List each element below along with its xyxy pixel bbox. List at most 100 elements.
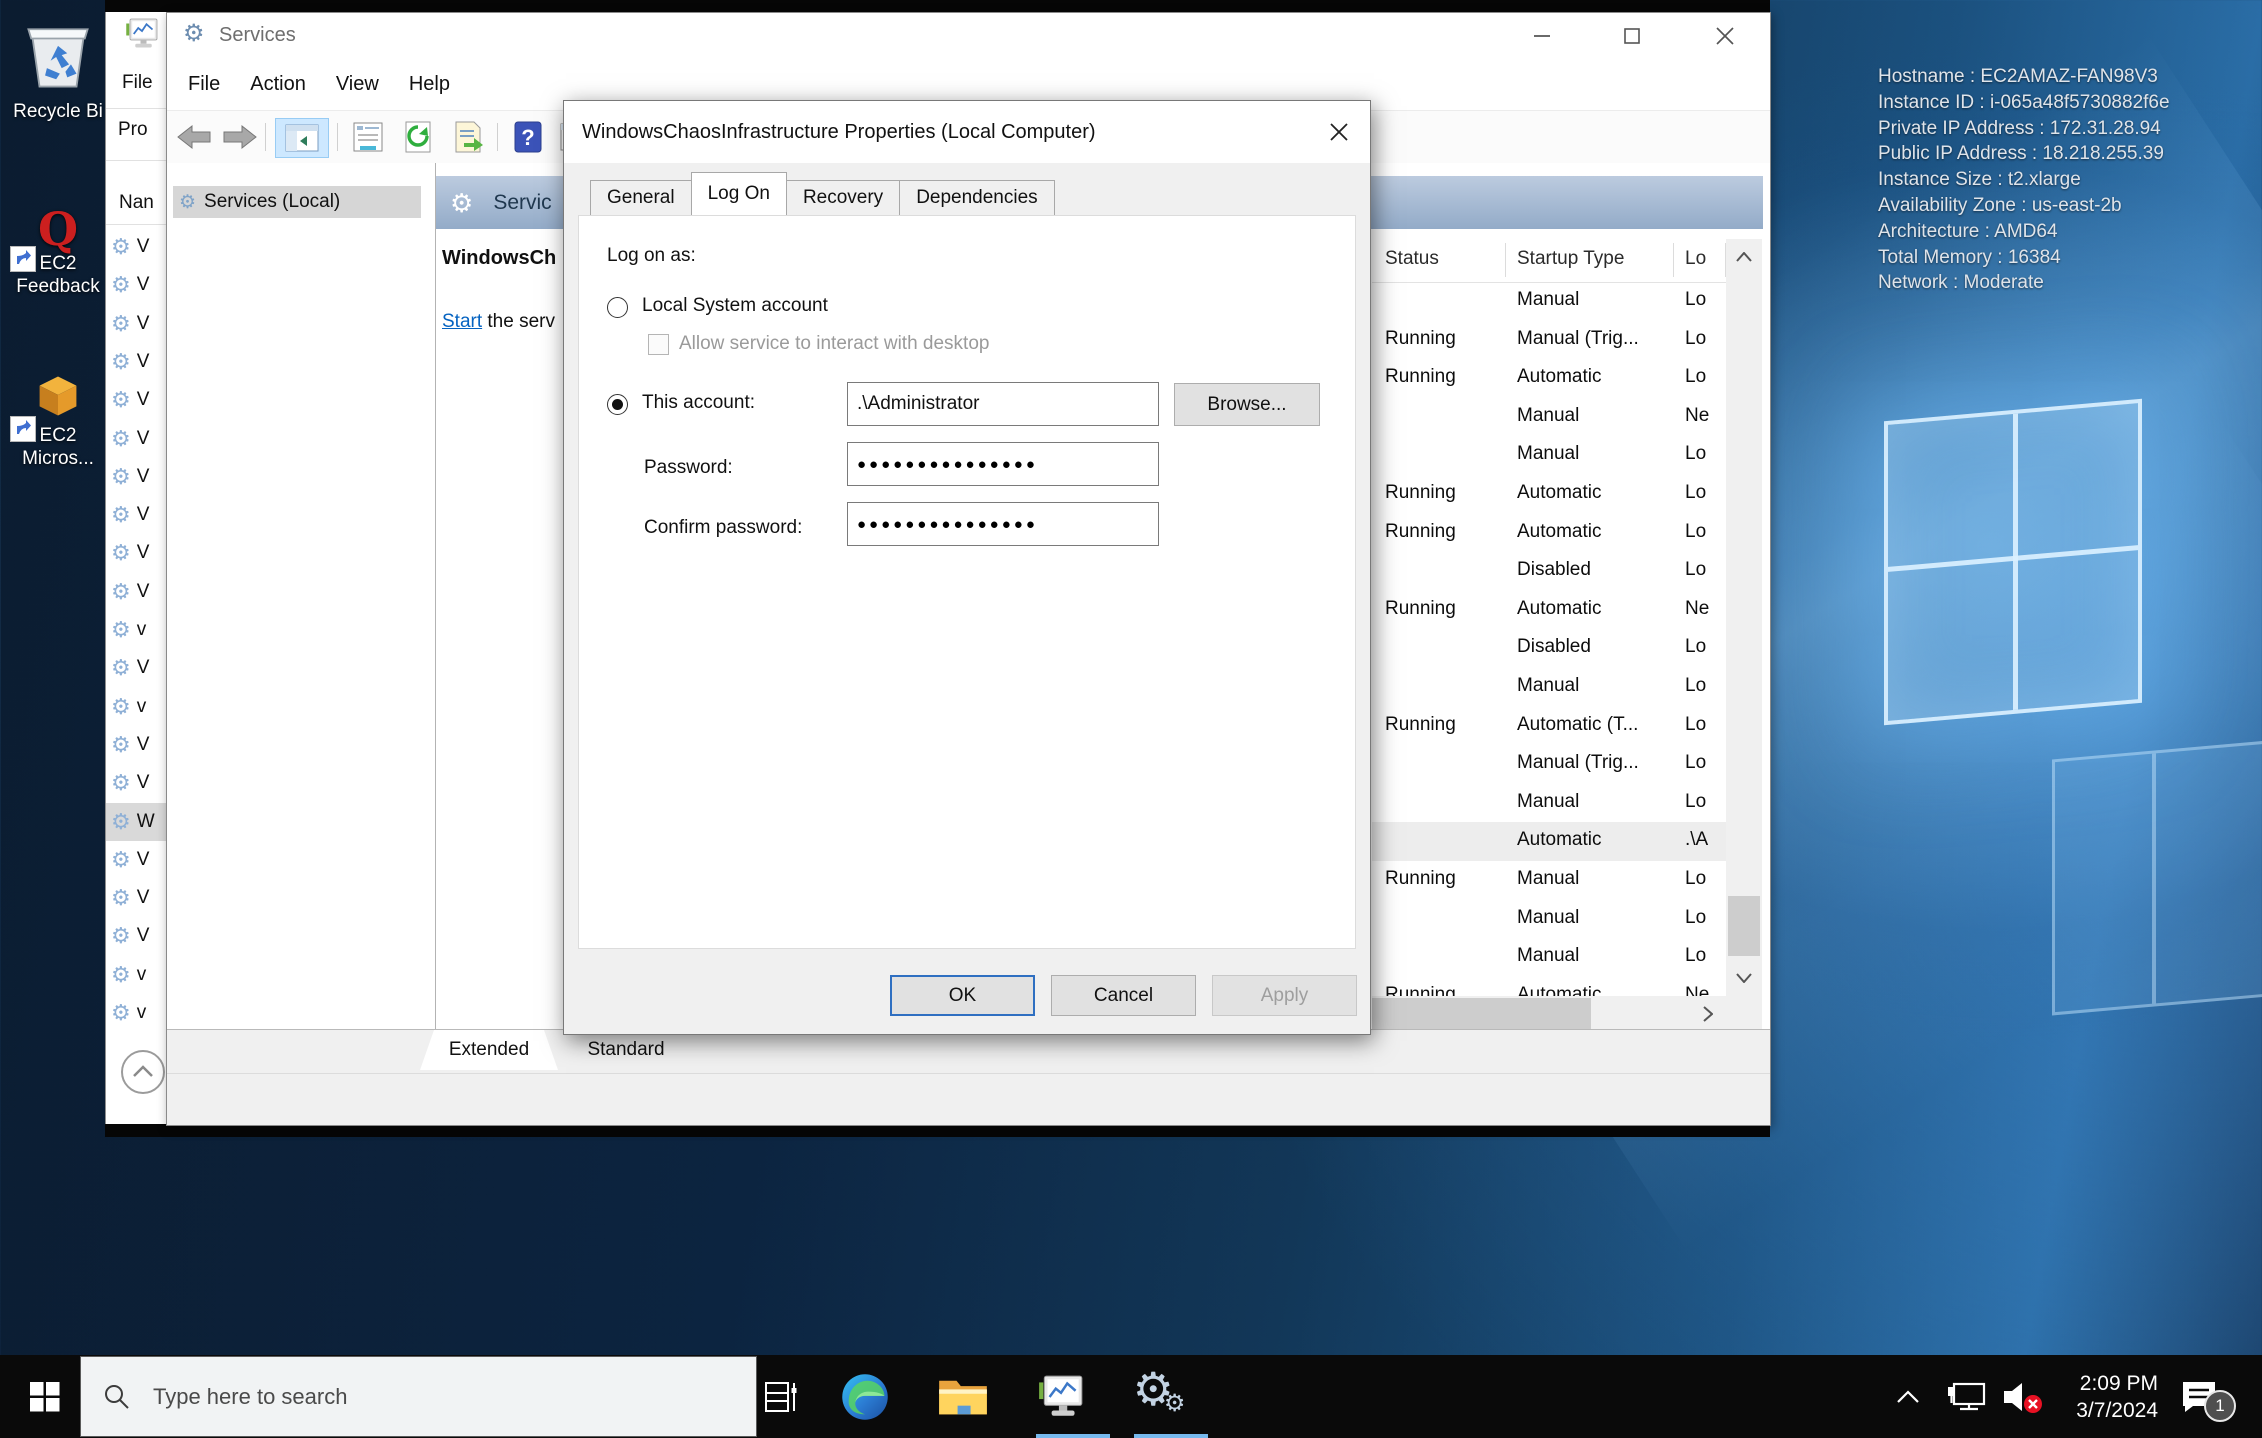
background-service-row[interactable]: ⚙V <box>106 381 167 419</box>
account-field[interactable]: .\Administrator <box>847 382 1159 426</box>
maximize-button[interactable] <box>1601 13 1663 59</box>
column-status[interactable]: Status <box>1385 248 1439 270</box>
export-list-button[interactable] <box>447 118 489 156</box>
scroll-up-icon[interactable] <box>1726 239 1762 275</box>
column-log-on-as[interactable]: Lo <box>1685 248 1706 270</box>
local-system-radio[interactable] <box>607 297 628 318</box>
password-field[interactable]: ●●●●●●●●●●●●●●● <box>847 442 1159 486</box>
back-button[interactable] <box>173 118 215 156</box>
service-list-row[interactable]: ManualNe <box>1372 398 1726 437</box>
service-list-row[interactable]: Manual (Trig...Lo <box>1372 745 1726 784</box>
start-service-link[interactable]: Start <box>442 311 482 332</box>
background-service-row[interactable]: ⚙V <box>106 879 167 917</box>
tray-volume-muted-icon[interactable] <box>2000 1355 2052 1438</box>
dialog-close-button[interactable] <box>1320 114 1358 150</box>
background-service-row[interactable]: ⚙V <box>106 649 167 687</box>
background-service-row[interactable]: ⚙v <box>106 994 167 1032</box>
tray-chevron[interactable] <box>1896 1355 1920 1438</box>
performance-monitor-button[interactable] <box>1022 1355 1100 1438</box>
service-list-row[interactable]: ManualLo <box>1372 668 1726 707</box>
this-account-radio[interactable] <box>607 394 628 415</box>
service-list-row[interactable]: RunningAutomaticNe <box>1372 591 1726 630</box>
scroll-right-icon[interactable] <box>1690 996 1726 1032</box>
service-list-row[interactable]: RunningManual (Trig...Lo <box>1372 321 1726 360</box>
service-list-row[interactable]: ManualLo <box>1372 282 1726 321</box>
start-button[interactable] <box>14 1355 76 1438</box>
vertical-scroll-thumb[interactable] <box>1728 896 1760 956</box>
background-menu-file[interactable]: File <box>122 72 153 94</box>
dialog-tab-dependencies[interactable]: Dependencies <box>899 180 1054 215</box>
forward-button[interactable] <box>219 118 261 156</box>
service-list-row[interactable]: ManualLo <box>1372 938 1726 977</box>
minimize-button[interactable] <box>1511 13 1573 59</box>
dialog-tab-recovery[interactable]: Recovery <box>786 180 900 215</box>
background-service-row[interactable]: ⚙V <box>106 420 167 458</box>
background-service-row[interactable]: ⚙V <box>106 726 167 764</box>
background-service-row[interactable]: ⚙v <box>106 688 167 726</box>
service-list-row[interactable]: RunningAutomaticLo <box>1372 475 1726 514</box>
background-service-row[interactable]: ⚙V <box>106 841 167 879</box>
background-service-row[interactable]: ⚙V <box>106 228 167 266</box>
tray-network-icon[interactable] <box>1944 1355 1988 1438</box>
menu-action[interactable]: Action <box>235 73 321 96</box>
properties-button[interactable] <box>347 118 389 156</box>
background-service-row[interactable]: ⚙V <box>106 266 167 304</box>
desktop-icon-ec2-microsoft[interactable]: EC2 Micros... <box>6 374 110 470</box>
background-service-row[interactable]: ⚙V <box>106 534 167 572</box>
background-service-row[interactable]: ⚙W <box>106 803 167 841</box>
horizontal-scroll-thumb[interactable] <box>1372 998 1591 1030</box>
menu-help[interactable]: Help <box>394 73 465 96</box>
menu-file[interactable]: File <box>173 73 235 96</box>
service-list-row[interactable]: RunningManualLo <box>1372 861 1726 900</box>
view-tab-standard[interactable]: Standard <box>563 1030 689 1070</box>
service-list-row[interactable]: Automatic.\A <box>1372 822 1726 861</box>
background-column-header[interactable]: Nan <box>119 192 154 214</box>
background-window-sliver[interactable]: File Pro Nan ⚙V⚙V⚙V⚙V⚙V⚙V⚙V⚙V⚙V⚙V⚙v⚙V⚙v⚙… <box>105 12 167 1124</box>
background-service-row[interactable]: ⚙V <box>106 764 167 802</box>
ok-button[interactable]: OK <box>890 975 1035 1016</box>
column-startup-type[interactable]: Startup Type <box>1517 248 1624 270</box>
background-service-row[interactable]: ⚙V <box>106 573 167 611</box>
help-button[interactable]: ? <box>507 118 549 156</box>
confirm-password-field[interactable]: ●●●●●●●●●●●●●●● <box>847 502 1159 546</box>
dialog-title-bar[interactable]: WindowsChaosInfrastructure Properties (L… <box>564 101 1370 163</box>
service-list-row[interactable]: ManualLo <box>1372 900 1726 939</box>
background-service-row[interactable]: ⚙V <box>106 305 167 343</box>
background-service-row[interactable]: ⚙V <box>106 458 167 496</box>
service-list-row[interactable]: RunningAutomaticLo <box>1372 359 1726 398</box>
interact-desktop-checkbox[interactable] <box>648 334 669 355</box>
local-system-label[interactable]: Local System account <box>642 295 828 317</box>
background-service-row[interactable]: ⚙v <box>106 611 167 649</box>
taskbar-search[interactable]: Type here to search <box>80 1356 757 1437</box>
file-explorer-button[interactable] <box>924 1355 1002 1438</box>
apply-button[interactable]: Apply <box>1212 975 1357 1016</box>
close-button[interactable] <box>1694 13 1756 59</box>
service-list-row[interactable]: RunningAutomaticLo <box>1372 514 1726 553</box>
taskbar-clock[interactable]: 2:09 PM 3/7/2024 <box>2046 1355 2158 1438</box>
background-service-row[interactable]: ⚙V <box>106 343 167 381</box>
background-service-row[interactable]: ⚙V <box>106 496 167 534</box>
service-list-row[interactable]: RunningAutomatic (T...Lo <box>1372 707 1726 746</box>
background-service-row[interactable]: ⚙v <box>106 956 167 994</box>
service-list-row[interactable]: DisabledLo <box>1372 629 1726 668</box>
desktop-icon-recycle-bin[interactable]: Recycle Bi <box>6 20 110 123</box>
refresh-button[interactable] <box>397 118 439 156</box>
background-service-row[interactable]: ⚙V <box>106 917 167 955</box>
service-list-row[interactable]: RunningAutomaticNe <box>1372 977 1726 996</box>
browse-button[interactable]: Browse... <box>1174 383 1320 426</box>
vertical-scrollbar[interactable] <box>1726 239 1762 1032</box>
service-list-row[interactable]: ManualLo <box>1372 436 1726 475</box>
list-header[interactable]: Status Startup Type Lo <box>1372 239 1726 283</box>
collapse-chevron-icon[interactable] <box>119 1048 167 1096</box>
services-title-bar[interactable]: ⚙ Services <box>167 13 1770 59</box>
dialog-tab-log-on[interactable]: Log On <box>691 172 787 215</box>
view-tab-extended[interactable]: Extended <box>420 1030 558 1070</box>
desktop-icon-ec2-feedback[interactable]: Q EC2 Feedback <box>6 206 110 298</box>
tree-item-services-local[interactable]: ⚙ Services (Local) <box>173 186 421 218</box>
menu-view[interactable]: View <box>321 73 394 96</box>
this-account-label[interactable]: This account: <box>642 392 755 414</box>
edge-browser-button[interactable] <box>826 1355 904 1438</box>
services-app-button[interactable]: ⚙⚙ <box>1120 1355 1198 1438</box>
cancel-button[interactable]: Cancel <box>1051 975 1196 1016</box>
task-view-button[interactable] <box>742 1355 820 1438</box>
